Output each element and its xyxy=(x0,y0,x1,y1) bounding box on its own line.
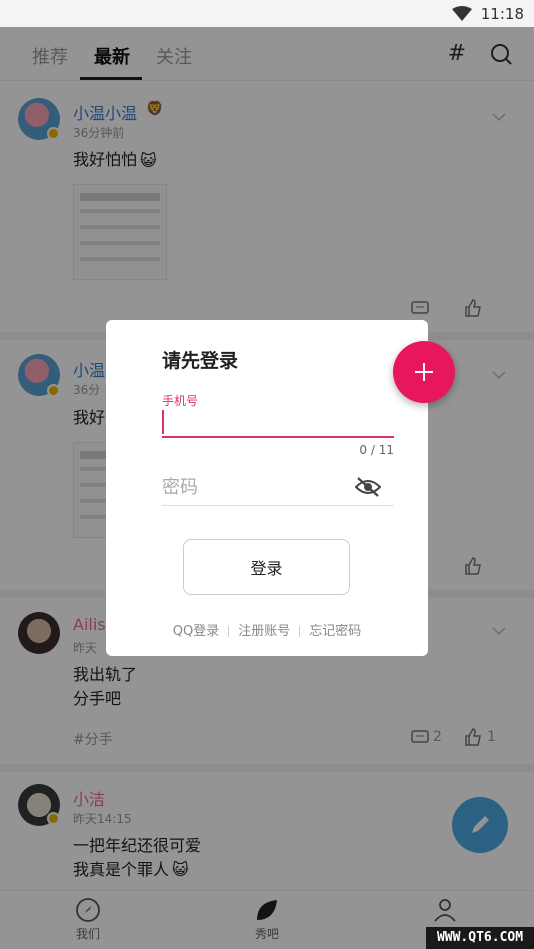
toggle-visibility-icon[interactable] xyxy=(355,476,381,498)
watermark: WWW.QT6.COM xyxy=(426,927,534,949)
login-button[interactable]: 登录 xyxy=(183,539,350,595)
phone-char-counter: 0 / 11 xyxy=(359,443,394,457)
add-button[interactable] xyxy=(393,341,455,403)
phone-input[interactable] xyxy=(162,408,394,438)
phone-label: 手机号 xyxy=(162,394,199,408)
dialog-title: 请先登录 xyxy=(162,350,239,372)
login-dialog: 请先登录 手机号 0 / 11 登录 QQ登录 注册账号 忘记密码 xyxy=(106,320,428,656)
text-cursor xyxy=(162,410,164,434)
login-links: QQ登录 注册账号 忘记密码 xyxy=(106,620,428,639)
forgot-password-link[interactable]: 忘记密码 xyxy=(309,624,361,639)
wifi-icon xyxy=(452,6,472,21)
status-bar: 11:18 xyxy=(0,0,534,27)
status-time: 11:18 xyxy=(480,5,524,23)
register-link[interactable]: 注册账号 xyxy=(238,624,290,639)
link-separator xyxy=(299,626,301,637)
link-separator xyxy=(228,626,230,637)
qq-login-link[interactable]: QQ登录 xyxy=(173,624,219,639)
